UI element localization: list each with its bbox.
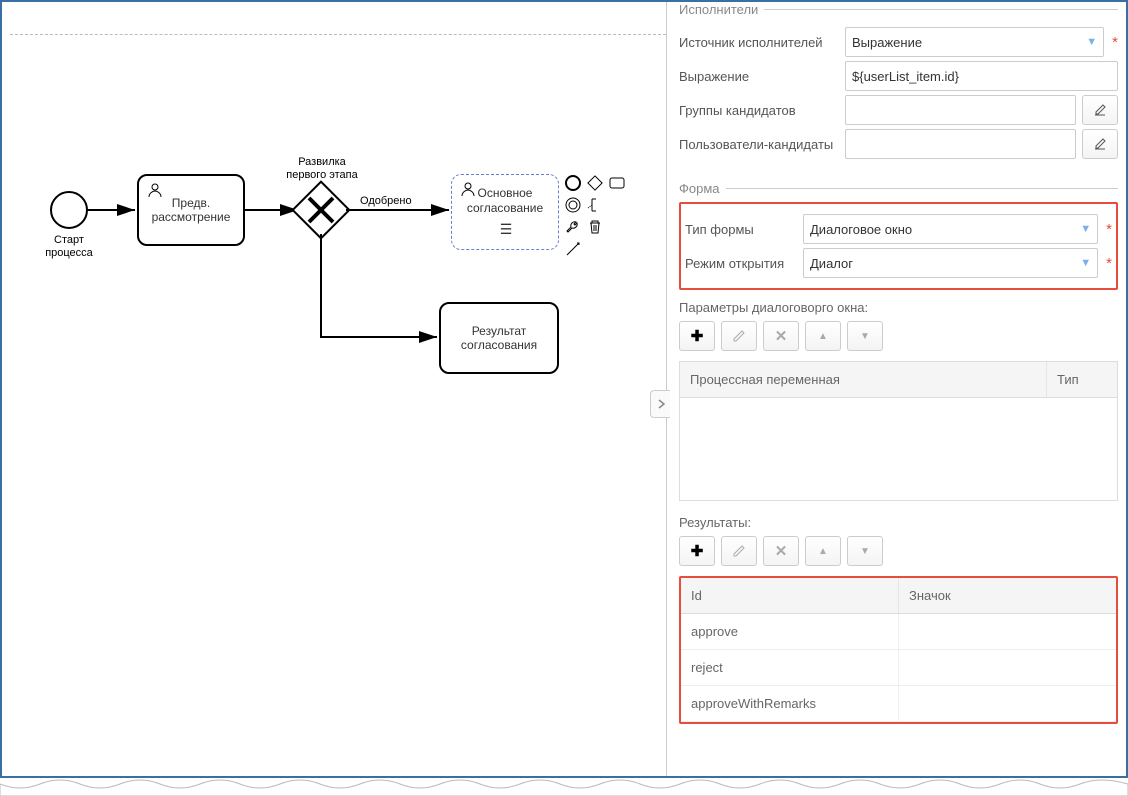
trash-icon[interactable] — [586, 218, 604, 236]
end-event-icon[interactable] — [564, 174, 582, 192]
flow-connectors — [2, 2, 666, 776]
expression-label: Выражение — [679, 69, 839, 84]
table-row[interactable]: reject — [681, 650, 1116, 686]
edit-button[interactable] — [721, 321, 757, 351]
col-variable: Процессная переменная — [680, 362, 1047, 397]
open-mode-label: Режим открытия — [685, 256, 797, 271]
expression-input[interactable]: ${userList_item.id} — [845, 61, 1118, 91]
task-rezultat-soglasovaniya[interactable]: Результат согласования — [439, 302, 559, 374]
required-marker: * — [1106, 255, 1112, 272]
wrench-icon[interactable] — [564, 218, 582, 236]
source-label: Источник исполнителей — [679, 35, 839, 50]
edit-icon — [1093, 137, 1107, 151]
remove-button[interactable]: ✕ — [763, 536, 799, 566]
results-highlight: Id Значок approve reject approveWithRema… — [679, 576, 1118, 724]
dialog-params-label: Параметры диалоговорго окна: — [679, 300, 1118, 315]
task-osnovnoe-soglasovanie[interactable]: Основное согласование ☰ — [451, 174, 559, 250]
task-icon[interactable] — [608, 174, 626, 192]
task-label: Предв. рассмотрение — [152, 196, 231, 225]
chevron-down-icon: ▼ — [1080, 257, 1091, 269]
required-marker: * — [1112, 34, 1118, 51]
edit-users-button[interactable] — [1082, 129, 1118, 159]
form-highlight: Тип формы Диалоговое окно▼ * Режим откры… — [679, 202, 1118, 290]
task-label: Основное согласование — [467, 186, 543, 215]
form-legend: Форма — [679, 181, 726, 196]
results-label: Результаты: — [679, 515, 1118, 530]
performers-legend: Исполнители — [679, 2, 764, 17]
connect-icon[interactable] — [564, 240, 582, 258]
pencil-icon — [732, 544, 746, 558]
source-select[interactable]: Выражение▼ — [845, 27, 1104, 57]
candidate-groups-label: Группы кандидатов — [679, 103, 839, 118]
move-down-button[interactable]: ▼ — [847, 321, 883, 351]
form-type-label: Тип формы — [685, 222, 797, 237]
form-fieldset: Форма Тип формы Диалоговое окно▼ * Режим… — [679, 181, 1118, 746]
start-event-label: Старт процесса — [29, 234, 109, 259]
properties-panel: Исполнители Источник исполнителей Выраже… — [666, 2, 1126, 776]
results-table[interactable]: Id Значок approve reject approveWithRema… — [681, 578, 1116, 722]
edit-button[interactable] — [721, 536, 757, 566]
panel-toggle[interactable] — [650, 390, 670, 418]
pencil-icon — [732, 329, 746, 343]
gateway-label: Развилка первого этапа — [286, 156, 358, 181]
intermediate-event-icon[interactable] — [564, 196, 582, 214]
form-type-select[interactable]: Диалоговое окно▼ — [803, 214, 1098, 244]
performers-fieldset: Исполнители Источник исполнителей Выраже… — [679, 2, 1118, 175]
chevron-right-icon — [657, 399, 665, 409]
candidate-groups-input[interactable] — [845, 95, 1076, 125]
edit-groups-button[interactable] — [1082, 95, 1118, 125]
remove-button[interactable]: ✕ — [763, 321, 799, 351]
flow-approved-label: Одобрено — [360, 195, 412, 208]
torn-edge — [0, 778, 1128, 796]
move-up-button[interactable]: ▲ — [805, 321, 841, 351]
context-pad — [564, 174, 626, 258]
table-row[interactable]: approveWithRemarks — [681, 686, 1116, 722]
add-button[interactable]: ✚ — [679, 536, 715, 566]
gateway-icon[interactable] — [586, 174, 604, 192]
user-icon — [460, 181, 476, 197]
user-icon — [147, 182, 163, 198]
dialog-params-toolbar: ✚ ✕ ▲ ▼ — [679, 321, 1118, 351]
annotation-icon[interactable] — [586, 196, 604, 214]
add-button[interactable]: ✚ — [679, 321, 715, 351]
task-label: Результат согласования — [461, 324, 537, 353]
task-pred-rassmotrenie[interactable]: Предв. рассмотрение — [137, 174, 245, 246]
chevron-down-icon: ▼ — [1080, 223, 1091, 235]
multi-instance-icon: ☰ — [500, 221, 511, 238]
bpmn-canvas[interactable]: Старт процесса Предв. рассмотрение Разви… — [2, 2, 666, 776]
move-up-button[interactable]: ▲ — [805, 536, 841, 566]
col-type: Тип — [1047, 362, 1117, 397]
candidate-users-input[interactable] — [845, 129, 1076, 159]
table-row[interactable]: approve — [681, 614, 1116, 650]
required-marker: * — [1106, 221, 1112, 238]
chevron-down-icon: ▼ — [1086, 36, 1097, 48]
col-id: Id — [681, 578, 899, 613]
results-toolbar: ✚ ✕ ▲ ▼ — [679, 536, 1118, 566]
move-down-button[interactable]: ▼ — [847, 536, 883, 566]
candidate-users-label: Пользователи-кандидаты — [679, 137, 839, 152]
edit-icon — [1093, 103, 1107, 117]
dialog-params-table[interactable]: Процессная переменная Тип — [679, 361, 1118, 501]
open-mode-select[interactable]: Диалог▼ — [803, 248, 1098, 278]
col-icon: Значок — [899, 578, 1116, 613]
